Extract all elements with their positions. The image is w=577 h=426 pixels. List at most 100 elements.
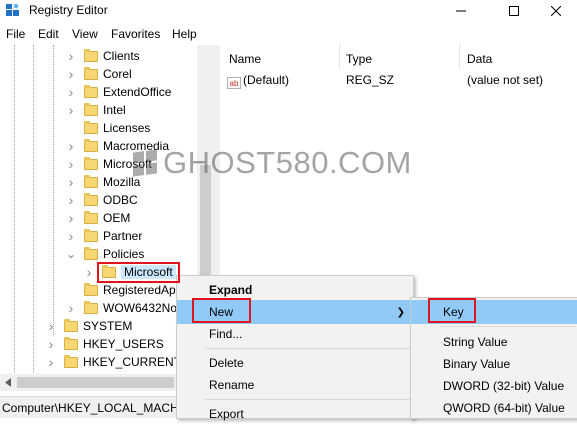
- tree-item[interactable]: › ODBC: [66, 191, 138, 209]
- folder-icon: [84, 84, 98, 98]
- submenu-item-dword-value[interactable]: DWORD (32-bit) Value: [411, 374, 577, 398]
- column-header-data[interactable]: Data: [467, 52, 492, 66]
- submenu-item-qword-value[interactable]: QWORD (64-bit) Value: [411, 396, 577, 420]
- folder-icon: [84, 48, 98, 62]
- chevron-right-icon[interactable]: ›: [46, 354, 56, 370]
- folder-icon: [84, 102, 98, 116]
- tree-item-label: Policies: [103, 247, 145, 261]
- tree-item[interactable]: › HKEY_USERS: [46, 335, 164, 353]
- chevron-right-icon[interactable]: ›: [66, 84, 76, 100]
- minimize-button[interactable]: [438, 0, 484, 22]
- chevron-right-icon[interactable]: ›: [66, 66, 76, 82]
- window-title: Registry Editor: [29, 3, 108, 17]
- tree-item[interactable]: › Corel: [66, 65, 132, 83]
- tree-item-label: Licenses: [103, 121, 151, 135]
- menu-help[interactable]: Help: [172, 27, 197, 41]
- status-path: Computer\HKEY_LOCAL_MACH: [2, 401, 179, 415]
- tree-item[interactable]: › Macromedia: [66, 137, 169, 155]
- chevron-right-icon[interactable]: ›: [66, 156, 76, 172]
- column-header-type[interactable]: Type: [346, 52, 372, 66]
- tree-item[interactable]: › Microsoft: [66, 155, 152, 173]
- scrollbar-thumb[interactable]: [200, 165, 211, 285]
- tree-item-label: Intel: [103, 103, 126, 117]
- folder-icon: [64, 318, 78, 332]
- chevron-right-icon[interactable]: ›: [84, 264, 94, 280]
- context-menu: Expand New ❯ Find... Delete Rename Expor…: [176, 275, 414, 421]
- folder-icon: [84, 210, 98, 224]
- menu-file[interactable]: File: [6, 27, 25, 41]
- highlight-box-key: [428, 298, 476, 323]
- tree-item-label: Microsoft: [103, 157, 152, 171]
- chevron-right-icon[interactable]: ›: [66, 228, 76, 244]
- menu-item-rename[interactable]: Rename: [177, 373, 413, 397]
- folder-icon: [84, 228, 98, 242]
- folder-icon: [64, 354, 78, 368]
- tree-item[interactable]: › OEM: [66, 209, 131, 227]
- chevron-right-icon[interactable]: ›: [66, 102, 76, 118]
- tree-item-label: Clients: [103, 49, 140, 63]
- folder-icon: [84, 246, 98, 260]
- value-row-type: REG_SZ: [346, 73, 395, 87]
- tree-item-label: Mozilla: [103, 175, 141, 189]
- tree-item-label: Macromedia: [103, 139, 170, 153]
- menu-view[interactable]: View: [72, 27, 98, 41]
- scrollbar-thumb[interactable]: [17, 377, 174, 388]
- submenu-arrow-icon: ❯: [396, 306, 405, 318]
- maximize-button[interactable]: [491, 0, 537, 22]
- chevron-right-icon[interactable]: ›: [66, 48, 76, 64]
- chevron-down-icon[interactable]: ⌄: [66, 247, 76, 261]
- tree-item[interactable]: › WOW6432No: [66, 299, 177, 317]
- tree-item[interactable]: › Partner: [66, 227, 143, 245]
- ab-string-icon: ab: [227, 77, 241, 89]
- tree-item[interactable]: RegisteredApp: [66, 281, 182, 299]
- tree-item-label: Corel: [103, 67, 132, 81]
- menu-edit[interactable]: Edit: [38, 27, 59, 41]
- tree-item-label: SYSTEM: [83, 319, 133, 333]
- registry-editor-icon: [6, 4, 19, 16]
- chevron-right-icon[interactable]: ›: [66, 174, 76, 190]
- tree-item[interactable]: ⌄ Policies: [66, 245, 144, 263]
- column-divider[interactable]: [339, 45, 340, 70]
- folder-icon: [84, 156, 98, 170]
- column-divider[interactable]: [459, 45, 460, 70]
- menu-item-export[interactable]: Export: [177, 402, 413, 426]
- menu-separator: [205, 348, 411, 349]
- menu-separator: [205, 399, 411, 400]
- close-button[interactable]: [533, 0, 577, 22]
- chevron-right-icon[interactable]: ›: [66, 210, 76, 226]
- tree-item[interactable]: › ExtendOffice: [66, 83, 172, 101]
- chevron-right-icon[interactable]: ›: [46, 336, 56, 352]
- tree-item-label: RegisteredApp: [103, 283, 183, 297]
- chevron-right-icon[interactable]: ›: [66, 192, 76, 208]
- tree-item[interactable]: › Clients: [66, 47, 140, 65]
- menu-item-find[interactable]: Find...: [177, 322, 413, 346]
- folder-icon: [84, 120, 98, 134]
- folder-icon: [84, 138, 98, 152]
- tree-item[interactable]: › SYSTEM: [46, 317, 133, 335]
- tree-item-label: ODBC: [103, 193, 138, 207]
- tree-guide-line: [53, 45, 54, 335]
- value-row-data: (value not set): [467, 73, 544, 87]
- menu-item-delete[interactable]: Delete: [177, 351, 413, 375]
- folder-icon: [84, 192, 98, 206]
- chevron-right-icon[interactable]: ›: [66, 300, 76, 316]
- value-row-name[interactable]: ab (Default): [227, 73, 289, 89]
- tree-item[interactable]: Licenses: [66, 119, 150, 137]
- menu-favorites[interactable]: Favorites: [111, 27, 160, 41]
- tree-item-label: OEM: [103, 211, 131, 225]
- folder-icon: [84, 66, 98, 80]
- tree-item[interactable]: › Mozilla: [66, 173, 141, 191]
- submenu-item-string-value[interactable]: String Value: [411, 330, 577, 354]
- tree-item-label: ExtendOffice: [103, 85, 172, 99]
- menu-bar: File Edit View Favorites Help: [0, 24, 577, 44]
- scroll-left-icon[interactable]: [4, 378, 12, 387]
- maximize-icon: [509, 6, 519, 16]
- folder-icon: [64, 336, 78, 350]
- column-header-name[interactable]: Name: [229, 52, 261, 66]
- tree-item[interactable]: › Intel: [66, 101, 126, 119]
- title-bar: Registry Editor: [0, 0, 577, 22]
- chevron-right-icon[interactable]: ›: [66, 138, 76, 154]
- submenu-item-binary-value[interactable]: Binary Value: [411, 352, 577, 376]
- chevron-right-icon[interactable]: ›: [46, 318, 56, 334]
